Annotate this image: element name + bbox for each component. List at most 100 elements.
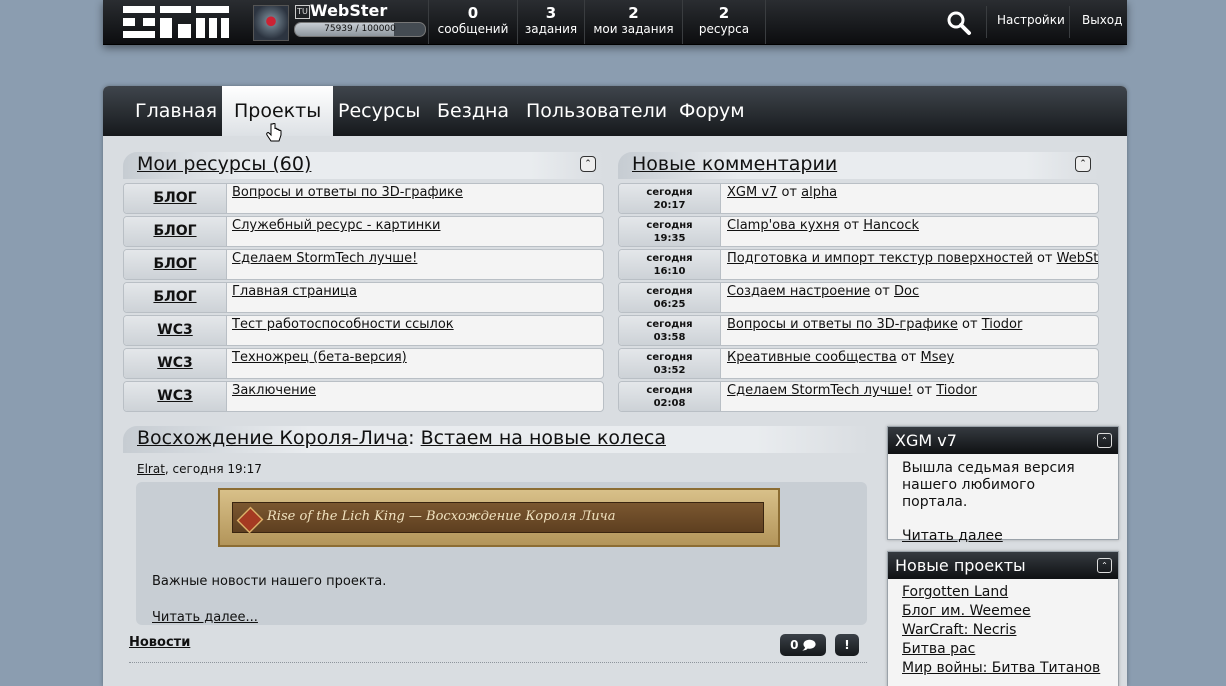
comment-day: сегодня <box>646 187 693 198</box>
comment-row: сегодня 02:08 Сделаем StormTech лучше! от … <box>618 381 1099 412</box>
comment-topic-link[interactable]: Создаем настроение <box>727 284 870 299</box>
resource-link[interactable]: Вопросы и ответы по 3D-графике <box>232 185 463 200</box>
comment-author-link[interactable]: Msey <box>921 350 955 365</box>
resource-type-tag[interactable]: БЛОГ <box>124 217 227 246</box>
stat-tasks[interactable]: 3 задания <box>517 0 584 44</box>
resource-type-tag[interactable]: БЛОГ <box>124 283 227 312</box>
resource-row: БЛОГ Сделаем StormTech лучше! <box>123 249 604 280</box>
comment-topic-link[interactable]: Вопросы и ответы по 3D-графике <box>727 317 958 332</box>
comment-from-label: от <box>900 350 917 365</box>
collapse-icon[interactable]: ⌃ <box>1097 433 1112 448</box>
comment-author-link[interactable]: Hancock <box>863 218 919 233</box>
collapse-icon[interactable]: ⌃ <box>1075 156 1091 172</box>
comment-info: Креативные сообщества от Msey <box>727 350 954 365</box>
collapse-icon[interactable]: ⌃ <box>580 156 596 172</box>
stat-label: сообщений <box>437 22 509 36</box>
comment-day: сегодня <box>646 220 693 231</box>
comment-from-label: от <box>962 317 978 332</box>
comment-row: сегодня 20:17 XGM v7 от alpha <box>618 183 1099 214</box>
comment-topic-link[interactable]: Подготовка и импорт текстур поверхностей <box>727 251 1033 266</box>
collapse-icon[interactable]: ⌃ <box>1097 558 1112 573</box>
comment-author-link[interactable]: Tiodor <box>936 383 977 398</box>
my-resources-header: Мои ресурсы (60) ⌃ <box>123 152 603 179</box>
resource-link[interactable]: Заключение <box>232 383 316 398</box>
comment-timestamp: сегодня 16:10 <box>619 250 721 279</box>
article-meta: Elrat, сегодня 19:17 <box>137 462 262 476</box>
nav-tab-forum[interactable]: Форум <box>679 86 745 136</box>
comment-info: Создаем настроение от Doc <box>727 284 919 299</box>
comment-info: Подготовка и импорт текстур поверхностей… <box>727 251 1098 266</box>
project-link[interactable]: Forgotten Land <box>902 583 1104 602</box>
stat-my-tasks[interactable]: 2 мои задания <box>584 0 682 44</box>
comment-topic-link[interactable]: Clamp'ова кухня <box>727 218 839 233</box>
comment-topic-link[interactable]: XGM v7 <box>727 185 777 200</box>
stat-label: мои задания <box>593 22 674 36</box>
new-comments-title[interactable]: Новые комментарии <box>632 153 837 175</box>
xgm-box-header: XGM v7 ⌃ <box>888 427 1118 454</box>
article-read-more[interactable]: Читать далее... <box>152 610 258 625</box>
comment-time: 03:58 <box>653 332 686 343</box>
comment-timestamp: сегодня 20:17 <box>619 184 721 213</box>
comment-info: Вопросы и ответы по 3D-графике от Tiodor <box>727 317 1022 332</box>
comments-count: 0 <box>790 638 799 652</box>
resource-type-tag[interactable]: БЛОГ <box>124 250 227 279</box>
search-icon[interactable] <box>946 10 972 36</box>
comment-day: сегодня <box>646 253 693 264</box>
comment-topic-link[interactable]: Креативные сообщества <box>727 350 897 365</box>
xgm-box-read-more[interactable]: Читать далее <box>902 528 1104 545</box>
stat-number: 0 <box>467 4 479 22</box>
xgm-v7-box: XGM v7 ⌃ Вышла седьмая версия нашего люб… <box>887 426 1119 544</box>
comment-author-link[interactable]: WebSter <box>1057 251 1098 266</box>
xgm-box-text: Вышла седьмая версия нашего любимого пор… <box>902 460 1075 510</box>
comments-button[interactable]: 0 🗩 <box>780 634 826 656</box>
resource-type-tag[interactable]: WC3 <box>124 316 227 345</box>
main-nav: Главная Проекты Ресурсы Бездна Пользоват… <box>103 86 1127 142</box>
resource-row: БЛОГ Главная страница <box>123 282 604 313</box>
comment-time: 03:52 <box>653 365 686 376</box>
comment-topic-link[interactable]: Сделаем StormTech лучше! <box>727 383 912 398</box>
comment-time: 19:35 <box>653 233 686 244</box>
project-link[interactable]: Блог им. Weemee <box>902 602 1104 621</box>
nav-tab-home[interactable]: Главная <box>135 86 217 136</box>
settings-link[interactable]: Настройки <box>997 13 1065 27</box>
article-category-link[interactable]: Новости <box>129 635 190 650</box>
comment-row: сегодня 16:10 Подготовка и импорт текстур … <box>618 249 1099 280</box>
project-link[interactable]: Мир войны: Битва Титанов <box>902 659 1104 678</box>
report-button[interactable]: ! <box>835 634 859 656</box>
comment-timestamp: сегодня 03:58 <box>619 316 721 345</box>
comment-author-link[interactable]: Doc <box>894 284 919 299</box>
resource-link[interactable]: Сделаем StormTech лучше! <box>232 251 417 266</box>
comment-author-link[interactable]: alpha <box>801 185 837 200</box>
comment-author-link[interactable]: Tiodor <box>982 317 1023 332</box>
resource-type-tag[interactable]: WC3 <box>124 382 227 411</box>
site-logo[interactable] <box>123 6 229 38</box>
comment-day: сегодня <box>646 385 693 396</box>
nav-tab-abyss[interactable]: Бездна <box>437 86 509 136</box>
username-link[interactable]: WebSter <box>310 1 387 20</box>
resource-link[interactable]: Служебный ресурс - картинки <box>232 218 441 233</box>
stat-resources[interactable]: 2 ресурса <box>682 0 766 44</box>
main-panel: Главная Проекты Ресурсы Бездна Пользоват… <box>103 86 1127 686</box>
comment-row: сегодня 03:52 Креативные сообщества от Mse… <box>618 348 1099 379</box>
article-author-link[interactable]: Elrat <box>137 462 165 476</box>
project-link[interactable]: WarCraft: Necris <box>902 621 1104 640</box>
resource-link[interactable]: Техножрец (бета-версия) <box>232 350 407 365</box>
new-projects-header: Новые проекты ⌃ <box>888 552 1118 579</box>
resource-type-tag[interactable]: WC3 <box>124 349 227 378</box>
resource-link[interactable]: Тест работоспособности ссылок <box>232 317 454 332</box>
user-avatar[interactable] <box>253 5 289 41</box>
logout-link[interactable]: Выход <box>1082 13 1122 27</box>
comment-from-label: от <box>916 383 933 398</box>
nav-tab-resources[interactable]: Ресурсы <box>338 86 420 136</box>
project-link[interactable]: Битва рас <box>902 640 1104 659</box>
resource-type-tag[interactable]: БЛОГ <box>124 184 227 213</box>
resource-link[interactable]: Главная страница <box>232 284 357 299</box>
nav-tab-users[interactable]: Пользователи <box>526 86 667 136</box>
article-project-link[interactable]: Восхождение Короля-Лича <box>137 427 408 449</box>
article-title-link[interactable]: Встаем на новые колеса <box>421 427 666 449</box>
top-bar: TU WebSter 75939 / 100000 0 сообщений 3 … <box>103 0 1127 45</box>
stat-messages[interactable]: 0 сообщений <box>428 0 517 44</box>
article-text: Важные новости нашего проекта. <box>152 574 387 589</box>
my-resources-title[interactable]: Мои ресурсы (60) <box>137 153 311 175</box>
experience-bar: 75939 / 100000 <box>294 22 426 37</box>
